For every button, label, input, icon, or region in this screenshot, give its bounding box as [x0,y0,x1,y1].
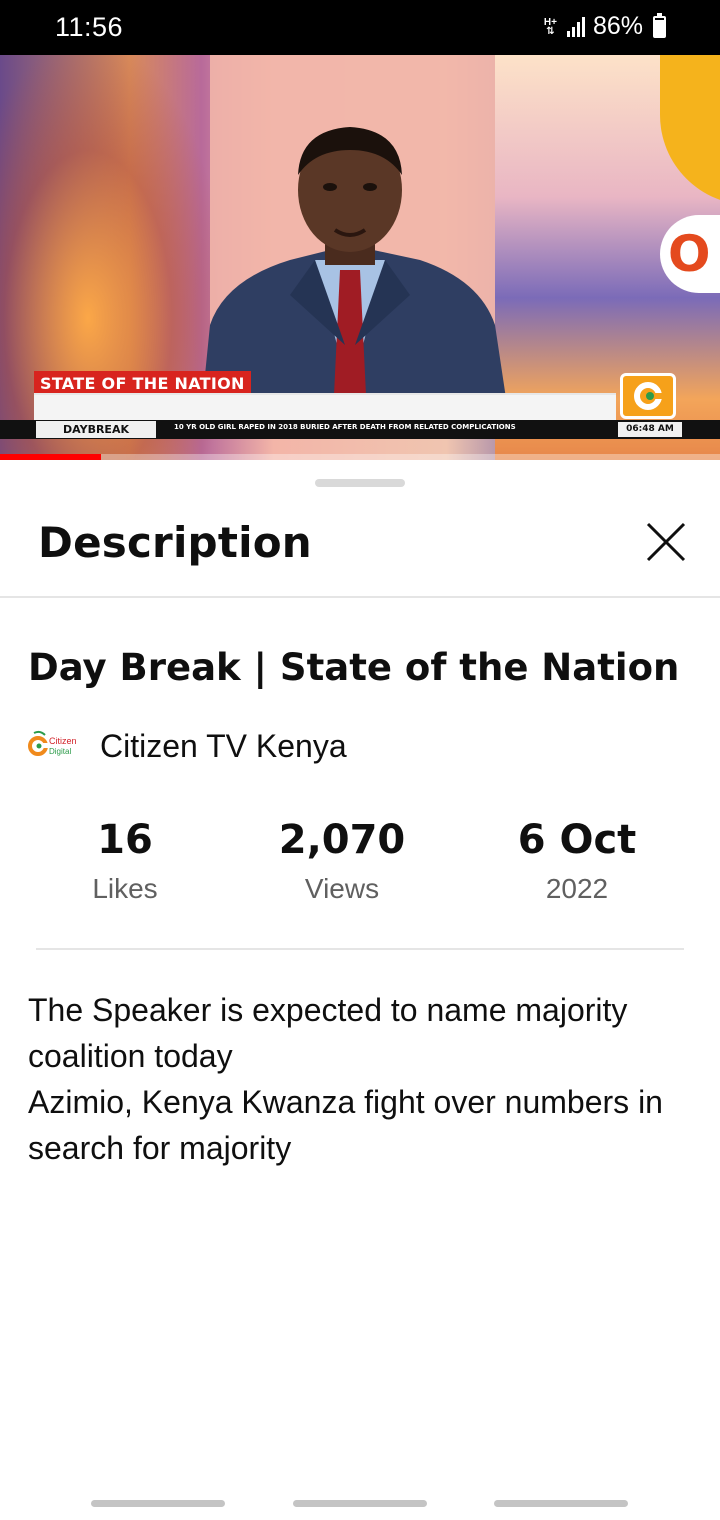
close-icon [646,522,686,562]
stats-divider [36,948,684,950]
video-lower-band [34,393,616,421]
description-line: Azimio, Kenya Kwanza fight over numbers … [28,1084,663,1166]
publish-year: 2022 [545,873,609,904]
views-count: 2,070 [278,817,406,863]
network-type-icon: H+ ⇅ [544,17,557,37]
sheet-title: Description [38,518,312,567]
date-stat: 6 Oct 2022 [477,817,677,905]
description-text: The Speaker is expected to name majority… [28,987,698,1171]
likes-stat: 16 Likes [25,817,225,905]
status-bar: 11:56 H+ ⇅ 86% [0,0,720,55]
channel-name[interactable]: Citizen TV Kenya [100,728,347,765]
status-time: 11:56 [55,12,124,42]
ticker-text: 10 YR OLD GIRL RAPED IN 2018 BURIED AFTE… [174,423,516,431]
broadcaster-logo-icon [620,373,676,419]
data-arrows-icon: ⇅ [546,25,555,37]
video-lower-third: STATE OF THE NATION [34,371,251,395]
channel-logo-text-top: Citizen [49,736,77,746]
nav-recents-button[interactable] [91,1500,225,1507]
likes-count: 16 [97,817,153,863]
channel-logo-text-bottom: Digital [49,747,71,756]
publish-date: 6 Oct [517,817,637,863]
nav-home-button[interactable] [293,1500,427,1507]
ticker-time: 06:48 AM [618,422,682,437]
channel-row[interactable]: Citizen Digital Citizen TV Kenya [28,722,347,770]
sheet-divider [0,596,720,598]
close-button[interactable] [638,514,694,570]
video-title: Day Break | State of the Nation [28,646,680,689]
status-icons: H+ ⇅ 86% [544,12,666,41]
battery-icon [653,12,666,38]
citizen-digital-logo-icon: Citizen Digital [28,730,77,756]
sheet-drag-handle[interactable] [315,479,405,487]
ticker-tag: DAYBREAK [36,421,156,438]
system-nav-bar [0,1480,720,1520]
description-line: The Speaker is expected to name majority… [28,992,628,1074]
likes-label: Likes [92,873,158,904]
description-sheet: Description Day Break | State of the Nat… [0,460,720,1520]
video-player[interactable]: O STATE OF THE NATION DAYBREAK 10 YR OLD… [0,55,720,460]
channel-avatar[interactable]: Citizen Digital [28,724,80,768]
video-ticker: DAYBREAK 10 YR OLD GIRL RAPED IN 2018 BU… [0,420,720,439]
video-stats: 16 Likes 2,070 Views 6 Oct 2022 [0,817,720,917]
nav-back-button[interactable] [494,1500,628,1507]
video-graphic-letter: O [660,215,720,293]
views-label: Views [304,873,380,904]
views-stat: 2,070 Views [242,817,442,905]
battery-percent: 86% [592,12,643,40]
signal-icon [566,16,585,37]
